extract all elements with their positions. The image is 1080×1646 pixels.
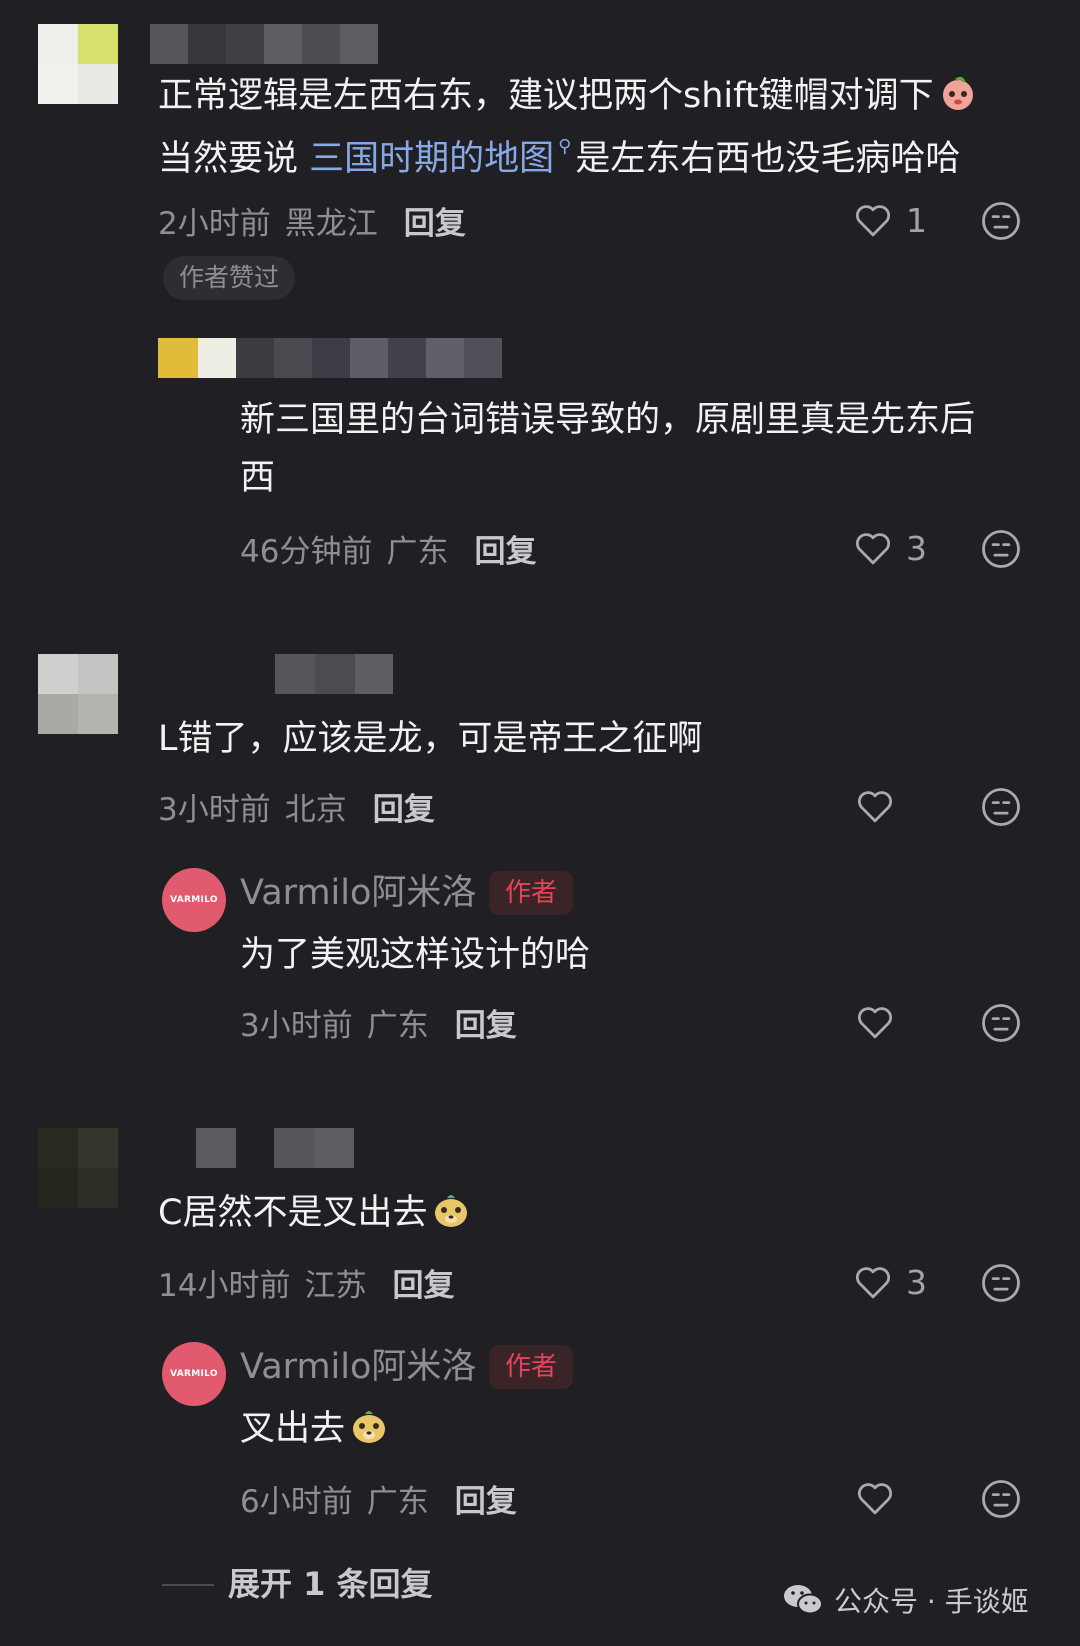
search-icon: ⚲ [558,136,572,157]
reply-text: 新三国里的台词错误导致的，原剧里真是先东后 [240,400,976,440]
emoji-face-icon[interactable] [980,528,1022,570]
like-count: 3 [906,1262,927,1302]
username-blurred[interactable] [150,24,378,64]
author-name[interactable]: Varmilo阿米洛 [240,1343,476,1391]
timestamp: 46分钟前 [240,533,373,570]
emoji-face-icon[interactable] [980,1002,1022,1044]
location: 北京 [284,791,347,828]
heart-outline-icon [857,1007,893,1039]
author-tag: 作者 [489,871,574,915]
expand-replies-button[interactable]: 展开 1 条回复 [228,1560,433,1608]
reply-text: 叉出去 [240,1401,389,1458]
username-blurred[interactable] [158,338,502,378]
heart-outline-icon [857,791,893,823]
emoji-face-icon[interactable] [980,1262,1022,1304]
emoji-face-icon[interactable] [980,200,1022,242]
wechat-icon [784,1585,823,1615]
emoji-face-icon[interactable] [980,1478,1022,1520]
reply-button[interactable]: 回复 [474,526,536,571]
avatar[interactable] [38,1128,118,1208]
timestamp: 3小时前 [240,1007,353,1044]
bear-emoji-icon [353,1411,386,1443]
like-button[interactable] [854,998,908,1046]
reply-meta: 46分钟前 广东 回复 [240,524,536,572]
comment-meta: 2小时前 黑龙江 回复 [158,196,466,244]
bear-emoji-icon [435,1195,468,1227]
reply-meta: 6小时前 广东 回复 [240,1474,517,1522]
reply-button[interactable]: 回复 [455,1476,517,1521]
timestamp: 3小时前 [158,791,271,828]
reply-button[interactable]: 回复 [373,784,435,829]
comment-meta: 14小时前 江苏 回复 [158,1258,454,1306]
reply-button[interactable]: 回复 [404,198,466,243]
location: 黑龙江 [284,205,378,242]
location: 江苏 [304,1267,367,1304]
location: 广东 [386,533,449,570]
author-avatar[interactable]: VARMILO [162,1342,226,1406]
author-tag: 作者 [489,1345,574,1389]
reply-text: 为了美观这样设计的哈 [240,935,591,975]
comment-text: C居然不是叉出去 [158,1185,471,1242]
heart-outline-icon [855,533,891,565]
timestamp: 14小时前 [158,1267,291,1304]
emoji-face-icon[interactable] [980,786,1022,828]
timestamp: 6小时前 [240,1483,353,1520]
watermark-text: 公众号 · 手谈姬 [834,1585,1029,1618]
comment-text: 正常逻辑是左西右东，建议把两个shift键帽对调下 [158,68,978,125]
reply-button[interactable]: 回复 [455,1000,517,1045]
author-name[interactable]: Varmilo阿米洛 [240,869,476,917]
like-count: 3 [906,528,927,568]
like-button[interactable]: 3 [852,1258,927,1306]
username-blurred[interactable] [196,1128,354,1168]
heart-outline-icon [857,1483,893,1515]
author-liked-badge: 作者赞过 [163,256,296,300]
reply-text: 西 [240,458,276,498]
comment-text: L错了，应该是龙，可是帝王之征啊 [158,719,703,759]
expand-divider [162,1584,214,1586]
avatar[interactable] [38,654,118,734]
watermark: 公众号 · 手谈姬 [782,1580,1029,1620]
search-link[interactable]: 三国时期的地图 [309,139,554,179]
peach-emoji-icon [942,76,973,110]
avatar[interactable] [38,24,118,104]
timestamp: 2小时前 [158,205,271,242]
reply-button[interactable]: 回复 [392,1260,454,1305]
like-button[interactable] [854,782,908,830]
comment-meta: 3小时前 北京 回复 [158,782,435,830]
comment-text: 当然要说 三国时期的地图 ⚲ 是左东右西也没毛病哈哈 [158,136,961,179]
heart-outline-icon [855,205,891,237]
like-button[interactable]: 1 [852,196,927,244]
username-blurred[interactable] [275,654,393,694]
author-avatar[interactable]: VARMILO [162,868,226,932]
like-button[interactable]: 3 [852,524,927,572]
heart-outline-icon [855,1267,891,1299]
like-count: 1 [906,200,927,240]
location: 广东 [366,1007,429,1044]
like-button[interactable] [854,1474,908,1522]
reply-meta: 3小时前 广东 回复 [240,998,517,1046]
location: 广东 [366,1483,429,1520]
